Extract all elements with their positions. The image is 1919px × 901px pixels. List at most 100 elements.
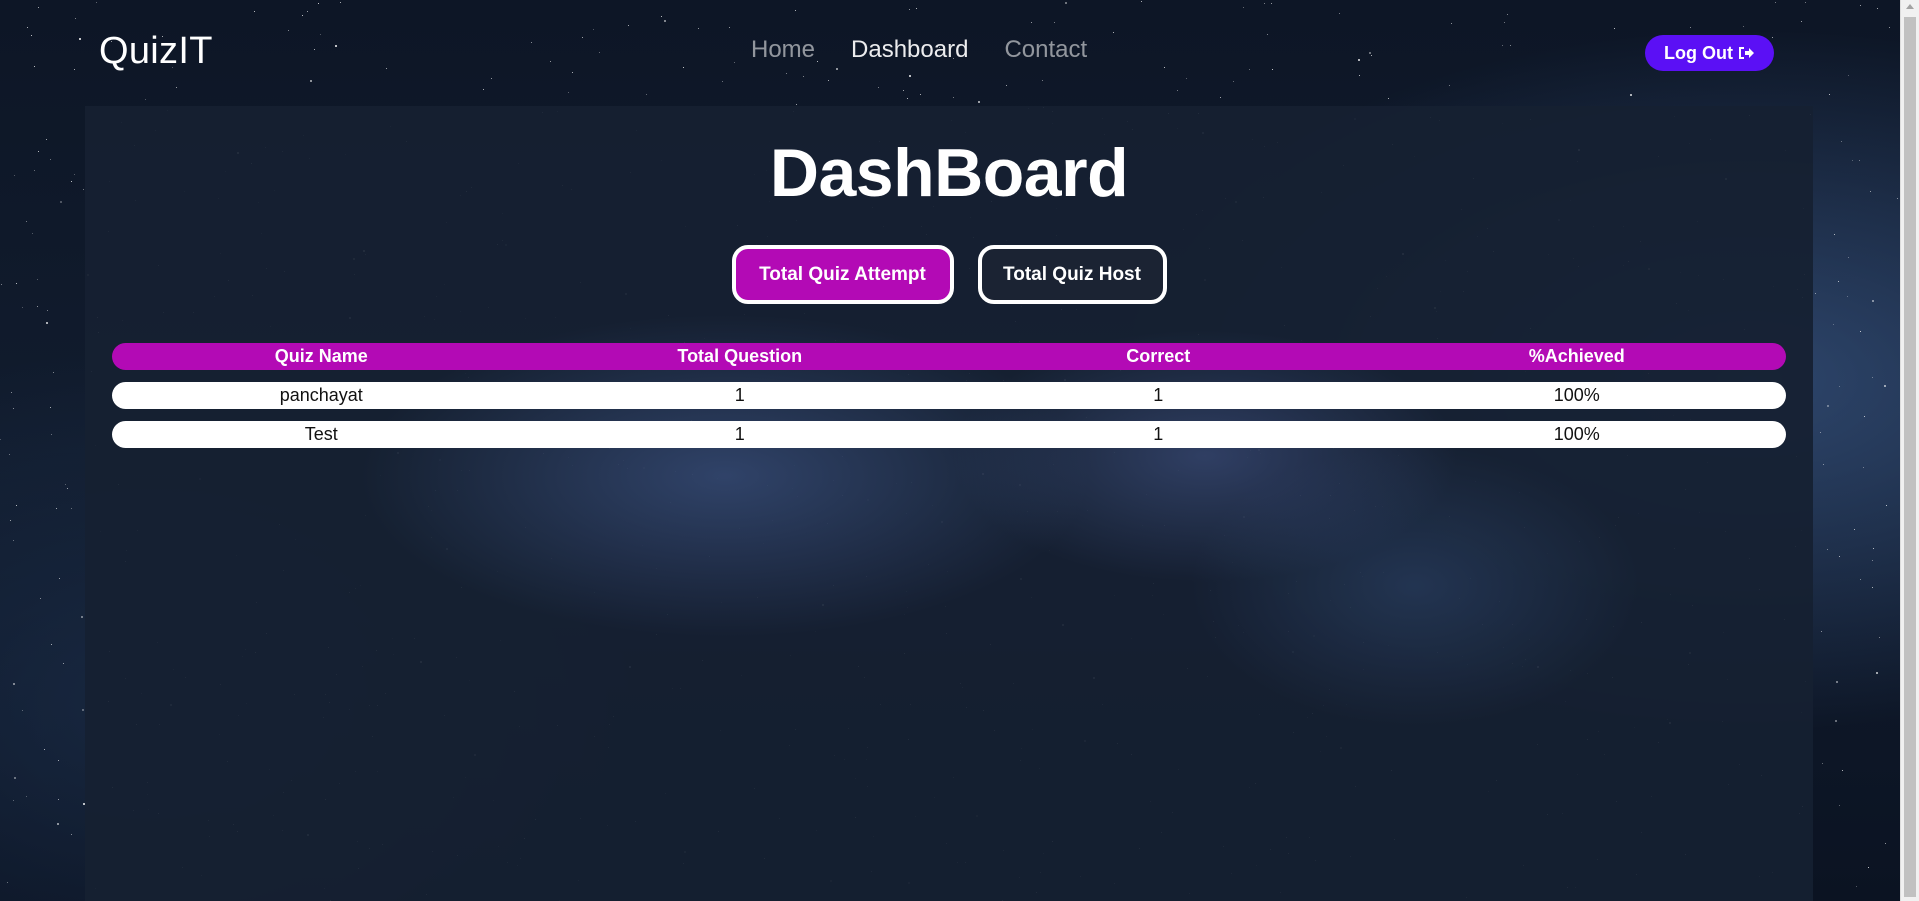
page-title: DashBoard [769, 135, 1129, 211]
table-row: Test 1 1 100% [112, 421, 1786, 448]
star [52, 372, 54, 374]
star [12, 799, 14, 801]
quiz-results-table: Quiz Name Total Question Correct %Achiev… [112, 343, 1786, 460]
nav-home-link[interactable]: Home [751, 36, 815, 64]
star [1860, 579, 1862, 581]
star [0, 438, 2, 440]
star [1827, 405, 1830, 408]
star [39, 597, 41, 599]
nav-dashboard-link[interactable]: Dashboard [851, 36, 968, 64]
star [1835, 680, 1838, 683]
nav-contact-link[interactable]: Contact [1004, 36, 1087, 64]
star [1832, 323, 1834, 325]
star [58, 577, 60, 579]
star [1883, 384, 1886, 387]
scrollbar-thumb[interactable] [1904, 17, 1916, 897]
navbar: QuizIT Home Dashboard Contact Log Out [0, 0, 1900, 106]
star [50, 158, 52, 160]
star [1821, 630, 1823, 632]
star [1814, 292, 1816, 294]
star [50, 407, 52, 409]
cell-achieved: 100% [1553, 385, 1600, 405]
scroll-up-arrow-icon[interactable] [1906, 4, 1914, 9]
vertical-scrollbar[interactable] [1900, 0, 1919, 901]
star [16, 283, 18, 285]
star [1871, 559, 1873, 561]
star [1853, 529, 1855, 531]
star [1834, 234, 1836, 236]
star [37, 150, 39, 152]
star [1864, 416, 1866, 418]
cell-quiz-name: Test [304, 424, 338, 444]
total-quiz-host-button[interactable]: Total Quiz Host [977, 245, 1167, 304]
star [25, 795, 27, 797]
star [13, 174, 15, 176]
star [1885, 505, 1887, 507]
star [1867, 866, 1869, 868]
cell-total-question: 1 [734, 385, 745, 405]
star [58, 760, 60, 762]
cell-correct: 1 [1153, 424, 1164, 444]
star [1838, 280, 1840, 282]
star [1827, 548, 1829, 550]
nav-links: Home Dashboard Contact [751, 36, 1087, 64]
header-achieved: %Achieved [1528, 346, 1625, 366]
star [1872, 548, 1874, 550]
star [1835, 719, 1838, 722]
star [1822, 762, 1824, 764]
dashboard-panel: DashBoard Total Quiz Attempt Total Quiz … [85, 106, 1813, 901]
star [46, 139, 48, 141]
star [80, 616, 83, 619]
star [70, 833, 72, 835]
star [36, 279, 38, 281]
star [9, 454, 11, 456]
star [1820, 432, 1822, 434]
cell-quiz-name: panchayat [279, 385, 363, 405]
star [34, 170, 36, 172]
star [1872, 299, 1875, 302]
total-quiz-attempt-button[interactable]: Total Quiz Attempt [731, 245, 954, 304]
star [1, 283, 3, 285]
star [1884, 843, 1886, 845]
star [1896, 198, 1898, 200]
star [1859, 159, 1861, 161]
brand-logo[interactable]: QuizIT [99, 30, 213, 73]
star [1823, 463, 1825, 465]
star [15, 504, 17, 506]
star [1851, 160, 1853, 162]
star [82, 709, 85, 712]
star [67, 488, 69, 490]
star [11, 392, 13, 394]
cell-total-question: 1 [734, 424, 745, 444]
star [21, 710, 23, 712]
star [1847, 296, 1849, 298]
star [32, 232, 34, 234]
star [9, 520, 11, 522]
star [1869, 190, 1871, 192]
star [1856, 886, 1858, 888]
star [55, 507, 57, 509]
star [56, 822, 59, 825]
star [1876, 672, 1879, 675]
star [71, 181, 73, 183]
star [1859, 330, 1861, 332]
logout-button[interactable]: Log Out [1645, 35, 1774, 71]
table-row: panchayat 1 1 100% [112, 382, 1786, 409]
star [58, 799, 60, 801]
table-header-row: Quiz Name Total Question Correct %Achiev… [112, 343, 1786, 370]
star [1840, 140, 1842, 142]
star [1878, 637, 1880, 639]
sign-out-icon [1737, 45, 1755, 61]
star [14, 776, 17, 779]
star [1847, 257, 1849, 259]
star [12, 407, 14, 409]
star [37, 306, 39, 308]
header-correct: Correct [1126, 346, 1191, 366]
star [1839, 556, 1841, 558]
star [1841, 770, 1843, 771]
star [74, 173, 76, 175]
star [46, 321, 49, 324]
star [50, 434, 52, 436]
star [22, 306, 24, 308]
star [47, 310, 48, 312]
